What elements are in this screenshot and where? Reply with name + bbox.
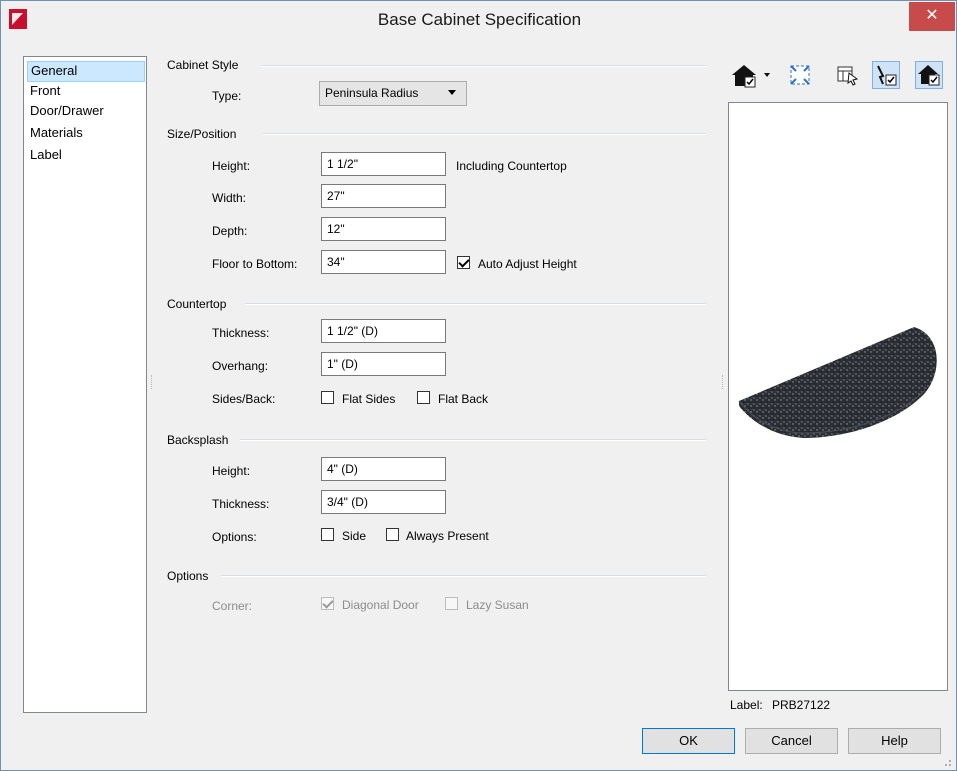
- diagonal-door-label: Diagonal Door: [342, 598, 419, 612]
- title-bar: Base Cabinet Specification ✕: [1, 1, 956, 39]
- dialog-title: Base Cabinet Specification: [377, 10, 582, 29]
- backsplash-height-label: Height:: [212, 464, 251, 478]
- type-label: Type:: [212, 89, 242, 103]
- diagonal-door-checkbox[interactable]: [321, 597, 334, 610]
- lazy-susan-label: Lazy Susan: [466, 598, 529, 612]
- resize-grip-icon[interactable]: [942, 756, 952, 766]
- sides-back-label: Sides/Back:: [212, 392, 276, 406]
- nav-item-door-drawer[interactable]: Door/Drawer: [27, 101, 143, 120]
- backsplash-options-label: Options:: [212, 530, 257, 544]
- countertop-thickness-label: Thickness:: [212, 326, 270, 340]
- backsplash-thickness-label: Thickness:: [212, 497, 270, 511]
- flat-sides-label: Flat Sides: [342, 392, 396, 406]
- floor-to-bottom-field[interactable]: 34": [321, 250, 446, 274]
- splitter-handle[interactable]: [722, 375, 725, 389]
- floor-to-bottom-label: Floor to Bottom:: [212, 257, 298, 271]
- corner-label: Corner:: [212, 599, 253, 613]
- auto-adjust-height-checkbox[interactable]: [457, 256, 470, 269]
- category-list: General Front Door/Drawer Materials Labe…: [23, 56, 147, 713]
- flat-sides-checkbox[interactable]: [321, 391, 334, 404]
- show-object-icon[interactable]: [915, 61, 943, 89]
- flat-back-label: Flat Back: [438, 392, 489, 406]
- countertop-preview-image: [738, 327, 937, 438]
- group-title-options: Options: [167, 569, 209, 583]
- always-present-label: Always Present: [406, 529, 489, 543]
- overhang-label: Overhang:: [212, 359, 269, 373]
- label-value: PRB27122: [772, 698, 831, 712]
- depth-field[interactable]: 12": [321, 217, 446, 241]
- group-title-cabinet-style: Cabinet Style: [167, 58, 239, 72]
- cancel-button[interactable]: Cancel: [745, 728, 838, 754]
- depth-label: Depth:: [212, 224, 248, 238]
- height-field[interactable]: 1 1/2": [321, 152, 446, 176]
- side-label: Side: [342, 529, 367, 543]
- nav-item-label[interactable]: Label: [27, 145, 143, 164]
- group-divider: [245, 303, 706, 305]
- help-button[interactable]: Help: [848, 728, 941, 754]
- height-label: Height:: [212, 159, 251, 173]
- group-divider: [240, 439, 706, 441]
- 3d-preview-panel[interactable]: [728, 102, 948, 691]
- chevron-down-icon: [448, 90, 456, 95]
- group-divider: [221, 575, 706, 577]
- nav-item-front[interactable]: Front: [27, 81, 143, 100]
- height-note: Including Countertop: [456, 159, 567, 173]
- group-title-backsplash: Backsplash: [167, 433, 229, 447]
- auto-adjust-height-label: Auto Adjust Height: [478, 257, 577, 271]
- group-title-countertop: Countertop: [167, 297, 227, 311]
- type-dropdown-value: Peninsula Radius: [325, 86, 419, 100]
- width-label: Width:: [212, 191, 247, 205]
- ok-button[interactable]: OK: [642, 728, 735, 754]
- edit-objects-icon[interactable]: [872, 61, 900, 89]
- backsplash-thickness-field[interactable]: 3/4" (D): [321, 490, 446, 514]
- type-dropdown[interactable]: Peninsula Radius: [319, 81, 467, 106]
- flat-back-checkbox[interactable]: [417, 391, 430, 404]
- lazy-susan-checkbox[interactable]: [445, 597, 458, 610]
- countertop-thickness-field[interactable]: 1 1/2" (D): [321, 319, 446, 343]
- nav-item-general[interactable]: General: [27, 61, 145, 82]
- nav-item-materials[interactable]: Materials: [27, 123, 143, 142]
- fill-window-icon[interactable]: [786, 61, 814, 89]
- always-present-checkbox[interactable]: [386, 528, 399, 541]
- splitter-handle[interactable]: [151, 375, 154, 389]
- group-title-size-position: Size/Position: [167, 127, 237, 141]
- camera-view-icon[interactable]: [730, 61, 770, 89]
- group-divider: [261, 65, 706, 67]
- backsplash-height-field[interactable]: 4" (D): [321, 457, 446, 481]
- width-field[interactable]: 27": [321, 184, 446, 208]
- select-objects-icon[interactable]: [834, 61, 862, 89]
- group-divider: [263, 133, 706, 135]
- dialog-window: Base Cabinet Specification ✕ General Fro…: [0, 0, 957, 771]
- overhang-field[interactable]: 1" (D): [321, 352, 446, 376]
- label-caption: Label:: [730, 698, 763, 712]
- close-button[interactable]: ✕: [909, 2, 955, 31]
- side-checkbox[interactable]: [321, 528, 334, 541]
